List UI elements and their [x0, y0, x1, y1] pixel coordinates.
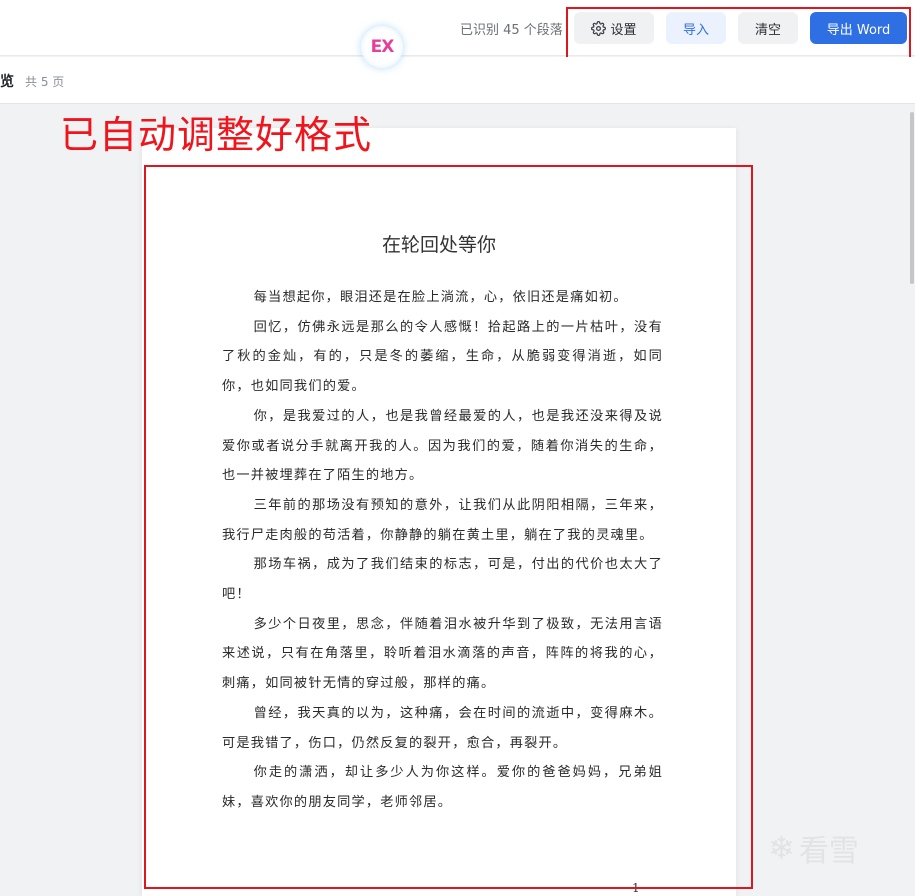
paragraph: 你，是我爱过的人，也是我曾经最爱的人，也是我还没来得及说爱你或者说分手就离开我的… — [222, 408, 663, 484]
paragraph: 你走的潇洒，却让多少人为你这样。爱你的爸爸妈妈，兄弟姐妹，喜欢你的朋友同学，老师… — [222, 765, 663, 810]
page-number: —1— — [620, 881, 652, 895]
scrollbar-thumb[interactable] — [910, 112, 914, 284]
watermark: ❄ 看雪 — [768, 826, 859, 870]
page-count: 共 5 页 — [25, 75, 65, 89]
top-toolbar: 已识别 45 个段落 设置 导入 清空 导出 Word — [0, 0, 915, 56]
floating-logo[interactable]: EX — [361, 26, 403, 68]
export-word-button[interactable]: 导出 Word — [810, 12, 907, 44]
settings-button-label: 设置 — [610, 22, 637, 38]
document-body: 每当想起你，眼泪还是在脸上淌流，心，依旧还是痛如初。 回忆，仿佛永远是那么的令人… — [222, 283, 663, 818]
preview-title: 览 — [0, 74, 14, 90]
paragraph: 三年前的那场没有预知的意外，让我们从此阴阳相隔，三年来，我行尸走肉般的苟活着，你… — [222, 497, 663, 543]
paragraph-count-status: 已识别 45 个段落 — [460, 23, 563, 38]
settings-button[interactable]: 设置 — [574, 12, 654, 44]
paragraph: 多少个日夜里，思念，伴随着泪水被升华到了极致，无法用言语来述说，只有在角落里，聆… — [222, 616, 663, 692]
paragraph: 那场车祸，成为了我们结束的标志，可是，付出的代价也太大了吧！ — [222, 557, 663, 603]
preview-header: 览 共 5 页 — [0, 57, 915, 104]
clear-button[interactable]: 清空 — [738, 12, 798, 44]
gear-icon — [591, 20, 607, 36]
document-title: 在轮回处等你 — [381, 234, 496, 256]
import-button[interactable]: 导入 — [666, 12, 726, 44]
document-page: 在轮回处等你 每当想起你，眼泪还是在脸上淌流，心，依旧还是痛如初。 回忆，仿佛永… — [142, 128, 736, 896]
paragraph: 回忆，仿佛永远是那么的令人感慨！拾起路上的一片枯叶，没有了秋的金灿，有的，只是冬… — [222, 319, 663, 395]
snowflake-icon: ❄ — [768, 829, 795, 867]
paragraph: 曾经，我天真的以为，这种痛，会在时间的流逝中，变得麻木。可是我错了，伤口，仍然反… — [222, 705, 663, 751]
paragraph: 每当想起你，眼泪还是在脸上淌流，心，依旧还是痛如初。 — [253, 290, 628, 305]
watermark-text: 看雪 — [798, 834, 859, 869]
annotation-label: 已自动调整好格式 — [60, 113, 373, 157]
